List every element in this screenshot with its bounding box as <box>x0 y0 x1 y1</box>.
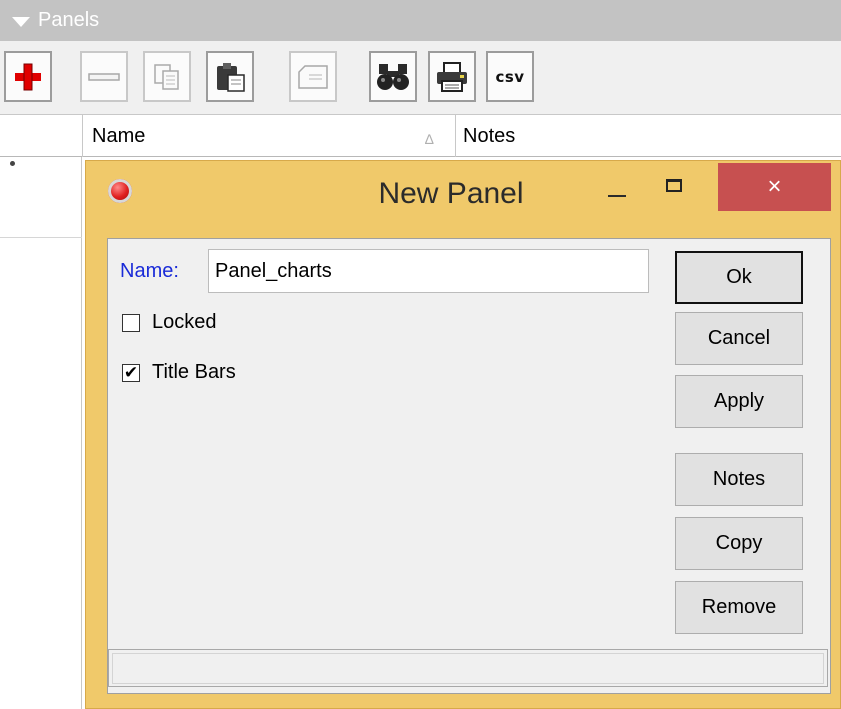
name-input[interactable] <box>208 249 649 293</box>
add-icon <box>15 63 41 90</box>
remove-icon <box>88 72 120 81</box>
csv-icon: csv <box>495 67 525 86</box>
locked-checkbox-row[interactable]: Locked <box>122 311 217 334</box>
column-header-notes[interactable]: Notes <box>463 125 515 148</box>
grid-header: Name ∆ Notes <box>0 115 841 157</box>
copy-icon <box>154 63 179 90</box>
dialog-title: New Panel <box>378 177 524 210</box>
locked-label: Locked <box>152 311 217 333</box>
export-csv-button[interactable]: csv <box>486 51 534 102</box>
comment-icon <box>298 64 328 89</box>
row-header-column <box>0 157 82 709</box>
find-icon <box>377 63 409 90</box>
checkmark-icon: ✔ <box>123 363 139 382</box>
collapse-triangle-icon[interactable] <box>12 17 30 27</box>
print-button[interactable] <box>428 51 476 102</box>
panels-title: Panels <box>38 9 100 31</box>
remove-button[interactable] <box>80 51 128 102</box>
new-panel-dialog: New Panel × Name: Locked ✔ Title Bars Ok… <box>85 160 841 709</box>
comment-button[interactable] <box>289 51 337 102</box>
name-label: Name: <box>120 260 179 282</box>
copy-button[interactable]: Copy <box>675 517 803 570</box>
remove-button[interactable]: Remove <box>675 581 803 634</box>
maximize-icon[interactable] <box>666 179 682 192</box>
minimize-icon[interactable] <box>608 195 626 197</box>
locked-checkbox[interactable] <box>122 313 140 332</box>
close-button[interactable]: × <box>718 163 831 211</box>
column-header-name[interactable]: Name <box>92 125 145 148</box>
sort-ascending-icon: ∆ <box>425 131 434 147</box>
title-bars-checkbox[interactable]: ✔ <box>122 363 140 382</box>
close-icon: × <box>767 173 782 200</box>
status-bar <box>108 649 828 687</box>
app-icon <box>108 179 132 203</box>
title-bars-checkbox-row[interactable]: ✔ Title Bars <box>122 361 236 384</box>
ok-button[interactable]: Ok <box>675 251 803 304</box>
toolbar: csv <box>0 41 841 115</box>
panels-header[interactable]: Panels <box>0 0 841 41</box>
add-button[interactable] <box>4 51 52 102</box>
cancel-button[interactable]: Cancel <box>675 312 803 365</box>
apply-button[interactable]: Apply <box>675 375 803 428</box>
print-icon <box>437 61 467 92</box>
new-row-marker-icon <box>10 161 15 166</box>
paste-button[interactable] <box>206 51 254 102</box>
notes-button[interactable]: Notes <box>675 453 803 506</box>
paste-icon <box>217 62 245 92</box>
title-bars-label: Title Bars <box>152 361 236 383</box>
find-button[interactable] <box>369 51 417 102</box>
copy-button[interactable] <box>143 51 191 102</box>
dialog-content: Name: Locked ✔ Title Bars Ok Cancel Appl… <box>107 238 831 694</box>
